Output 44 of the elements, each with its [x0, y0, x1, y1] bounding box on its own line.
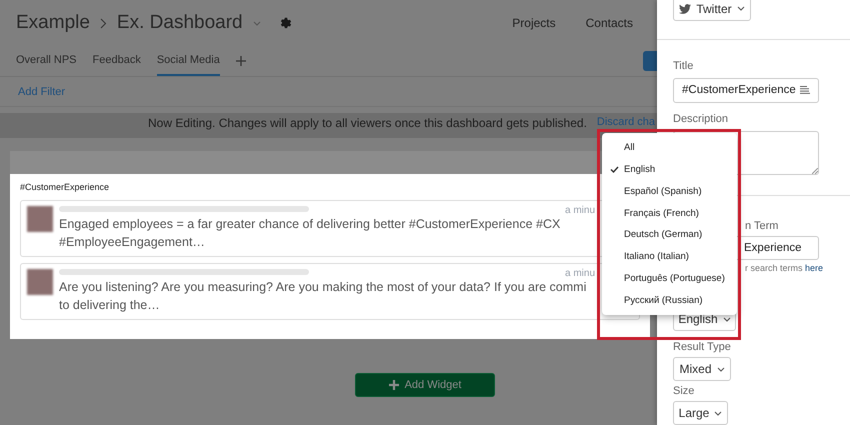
notice-text: Now Editing. Changes will apply to all viewers once this dashboard gets published. — [148, 116, 587, 130]
dashboard-tab[interactable]: Overall NPS — [16, 46, 77, 76]
plus-icon[interactable] — [236, 56, 246, 66]
tweet-time: a minu — [564, 268, 595, 279]
language-option[interactable]: English — [602, 158, 737, 180]
text-format-icon[interactable] — [800, 86, 810, 94]
help-link[interactable]: here — [805, 263, 824, 274]
settings-icon[interactable] — [278, 16, 293, 30]
dashboard-tab[interactable]: Feedback — [92, 46, 141, 76]
language-option[interactable]: Français (French) — [602, 202, 737, 224]
twitter-bird-icon — [679, 2, 692, 15]
tweet-text: #EmployeeEngagement… — [59, 234, 206, 251]
field-label: n Term — [744, 220, 780, 232]
field-label: Description — [673, 112, 730, 125]
language-option[interactable]: All — [602, 137, 737, 159]
tweet-text: to delivering the… — [59, 297, 161, 314]
check-icon — [610, 166, 619, 174]
caret-icon — [252, 20, 261, 26]
caret-icon — [736, 6, 745, 12]
language-option[interactable]: Español (Spanish) — [602, 180, 737, 202]
nav-link[interactable]: Contacts — [586, 16, 633, 30]
avatar-placeholder — [27, 206, 53, 232]
field-label: Size — [673, 385, 696, 398]
language-option[interactable]: Português (Portuguese) — [602, 268, 737, 290]
breadcrumb-link[interactable]: Example — [16, 12, 90, 34]
title-field[interactable]: #CustomerExperience — [673, 78, 819, 103]
tweet-text: Engaged employees = a far greater chance of delivering better #CustomerExperience #CX — [59, 216, 560, 233]
avatar-placeholder — [27, 269, 53, 295]
tweet-text: Are you listening? Are you measuring? Are you making the most of your data? If you are commi — [59, 279, 586, 296]
caret-icon — [714, 410, 722, 416]
caret-icon — [716, 366, 724, 372]
field-label: Title — [673, 60, 694, 72]
result-type-select[interactable]: Mixed — [673, 357, 731, 382]
resize-grip-icon — [812, 168, 818, 174]
caret-icon — [722, 316, 731, 322]
nav-link[interactable]: Projects — [512, 16, 556, 30]
dashboard-tab[interactable]: Social Media — [156, 46, 220, 76]
field-label: Result Type — [673, 341, 732, 354]
dashboard-title[interactable]: Ex. Dashboard — [116, 12, 243, 34]
tweet-time: a minu — [564, 205, 595, 216]
size-select[interactable]: Large — [673, 401, 728, 425]
chevron-right-icon — [100, 18, 107, 28]
plus-icon — [388, 380, 399, 390]
source-select[interactable]: Twitter — [673, 0, 751, 21]
